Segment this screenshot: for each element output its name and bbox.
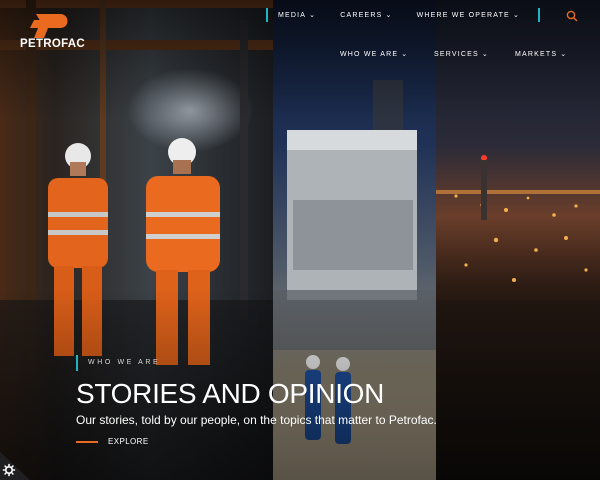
chevron-down-icon: ⌄: [385, 12, 393, 19]
petrofac-logo-icon[interactable]: [20, 12, 72, 40]
main-nav-markets[interactable]: MARKETS ⌄: [515, 50, 567, 58]
main-nav: WHO WE ARE ⌄ SERVICES ⌄ MARKETS ⌄: [340, 50, 567, 58]
cta-accent-line: [76, 441, 98, 443]
chevron-down-icon: ⌄: [481, 51, 489, 58]
eyebrow-accent-bar: [76, 355, 78, 371]
cookie-settings-button[interactable]: [0, 452, 30, 480]
explore-link[interactable]: EXPLORE: [108, 437, 149, 446]
nav-label: SERVICES: [434, 51, 479, 58]
top-nav-careers[interactable]: CAREERS ⌄: [340, 11, 392, 19]
nav-label: CAREERS: [340, 12, 383, 19]
chevron-down-icon: ⌄: [560, 51, 568, 58]
top-nav: MEDIA ⌄ CAREERS ⌄ WHERE WE OPERATE ⌄: [266, 8, 541, 22]
nav-label: WHERE WE OPERATE: [416, 12, 510, 19]
main-nav-who-we-are[interactable]: WHO WE ARE ⌄: [340, 50, 434, 58]
main-nav-services[interactable]: SERVICES ⌄: [434, 50, 515, 58]
nav-label: MARKETS: [515, 51, 558, 58]
chevron-down-icon: ⌄: [512, 12, 521, 19]
hero-title: STORIES AND OPINION: [76, 378, 385, 409]
nav-label: MEDIA: [278, 12, 307, 19]
hero-subtitle: Our stories, told by our people, on the …: [76, 413, 437, 427]
nav-label: WHO WE ARE: [340, 51, 399, 58]
chevron-down-icon: ⌄: [401, 51, 409, 58]
top-nav-media[interactable]: MEDIA ⌄: [278, 11, 316, 19]
chevron-down-icon: ⌄: [309, 12, 317, 19]
brand-name[interactable]: PETROFAC: [20, 38, 85, 50]
hero-eyebrow: WHO WE ARE: [88, 359, 161, 366]
top-nav-where-we-operate[interactable]: WHERE WE OPERATE ⌄: [417, 11, 520, 19]
search-icon[interactable]: [566, 10, 578, 22]
